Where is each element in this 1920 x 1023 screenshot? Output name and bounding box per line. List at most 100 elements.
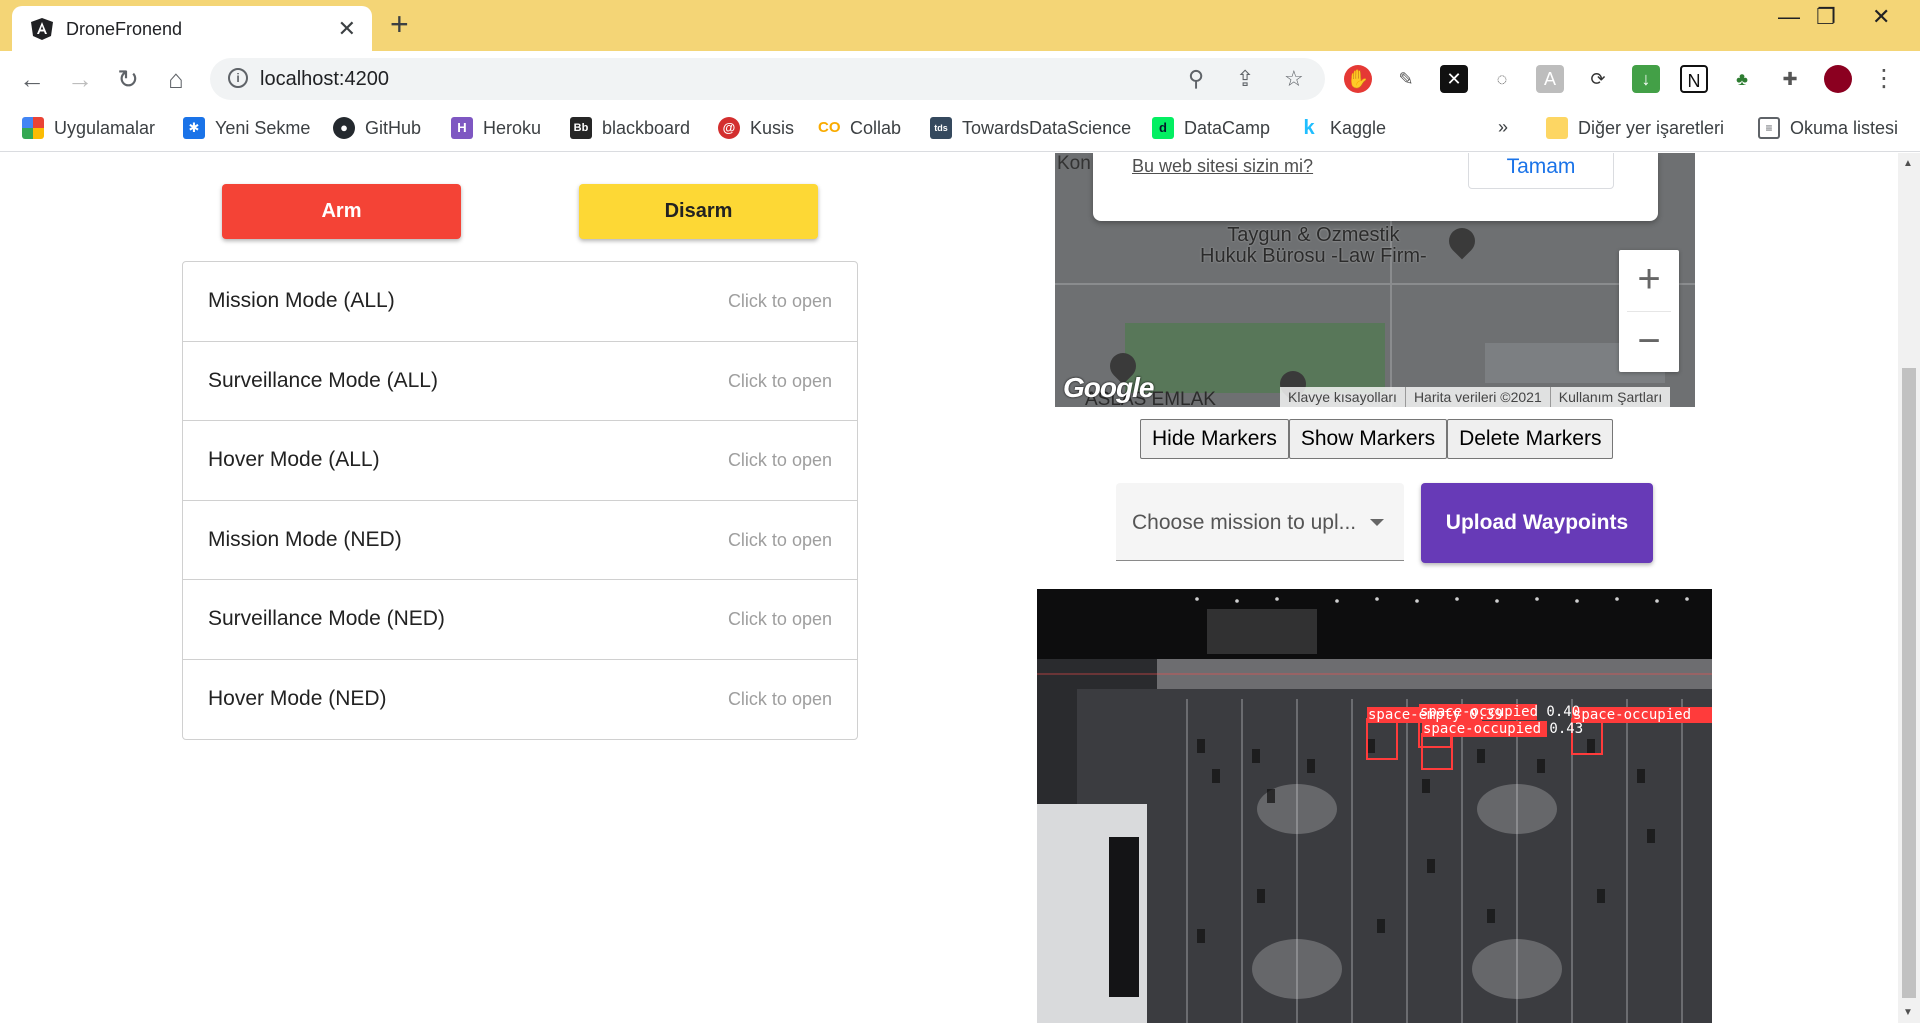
google-map[interactable]: Kon Bu web sitesi sizin mi? Tamam Taygun… xyxy=(1055,153,1695,407)
blackboard-icon: Bb xyxy=(570,117,592,139)
bookmark-star-icon[interactable]: ☆ xyxy=(1284,66,1304,92)
new-tab-button[interactable]: + xyxy=(390,8,409,40)
share-icon[interactable]: ⇪ xyxy=(1236,66,1254,92)
mode-panel-mission-ned[interactable]: Mission Mode (NED) Click to open xyxy=(183,501,857,580)
bookmark-github[interactable]: ● GitHub xyxy=(333,117,421,139)
bookmark-kaggle[interactable]: k Kaggle xyxy=(1298,117,1386,139)
terms-link[interactable]: Kullanım Şartları xyxy=(1549,387,1670,407)
map-ownership-popup: Bu web sitesi sizin mi? Tamam xyxy=(1093,153,1658,221)
tds-icon: tds xyxy=(930,117,952,139)
mode-panel-mission-all[interactable]: Mission Mode (ALL) Click to open xyxy=(183,262,857,342)
address-bar[interactable]: i localhost:4200 ⚲ ⇪ ☆ xyxy=(210,58,1325,100)
restore-button[interactable]: ❐ xyxy=(1816,4,1836,30)
bookmark-blackboard[interactable]: Bb blackboard xyxy=(570,117,690,139)
mode-label: Mission Mode (NED) xyxy=(208,527,402,551)
keyboard-shortcuts-link[interactable]: Klavye kısayolları xyxy=(1280,387,1405,407)
url-text[interactable]: localhost:4200 xyxy=(260,68,389,91)
datacamp-icon: d xyxy=(1152,117,1174,139)
map-road xyxy=(1055,283,1695,285)
menu-dots-icon[interactable]: ⋮ xyxy=(1870,65,1898,93)
mode-label: Hover Mode (ALL) xyxy=(208,448,380,471)
puzzle-extensions-icon[interactable]: ✚ xyxy=(1776,65,1804,93)
bookmark-kusis[interactable]: @ Kusis xyxy=(718,117,794,139)
zoom-out-button[interactable]: − xyxy=(1619,312,1679,373)
browser-toolbar: ← → ↻ ⌂ i localhost:4200 ⚲ ⇪ ☆ ✋ ✎ ✕ ◌ A… xyxy=(0,51,1920,106)
bookmark-datacamp[interactable]: d DataCamp xyxy=(1152,117,1270,139)
page-scrollbar[interactable]: ▲ ▼ xyxy=(1898,153,1920,1023)
mission-select[interactable]: Choose mission to upl... xyxy=(1116,483,1404,561)
scroll-up-arrow-icon[interactable]: ▲ xyxy=(1903,158,1913,169)
mode-hint: Click to open xyxy=(727,609,832,629)
scrollbar-thumb[interactable] xyxy=(1902,368,1916,998)
delete-markers-button[interactable]: Delete Markers xyxy=(1447,419,1614,459)
bookmark-label: Kaggle xyxy=(1330,117,1387,138)
minimize-button[interactable]: — xyxy=(1778,4,1800,30)
bookmark-collab[interactable]: CO Collab xyxy=(818,117,901,139)
site-info-icon[interactable]: i xyxy=(228,68,248,88)
kaggle-icon: k xyxy=(1303,117,1315,139)
sync-extension-icon[interactable]: ⟳ xyxy=(1584,65,1612,93)
popup-ok-button[interactable]: Tamam xyxy=(1468,153,1614,189)
home-icon[interactable]: ⌂ xyxy=(160,63,192,95)
browser-tab[interactable]: DroneFronend ✕ xyxy=(12,6,372,51)
map-label: Kon xyxy=(1057,153,1091,174)
window-close-button[interactable]: ✕ xyxy=(1872,4,1890,30)
mode-hint: Click to open xyxy=(727,450,832,470)
mode-panel-surveillance-ned[interactable]: Surveillance Mode (NED) Click to open xyxy=(183,580,857,660)
folder-icon xyxy=(1546,117,1568,139)
mode-label: Surveillance Mode (NED) xyxy=(208,607,445,630)
leaf-extension-icon[interactable]: ♣ xyxy=(1728,65,1756,93)
forward-arrow-icon[interactable]: → xyxy=(64,63,96,95)
mode-label: Surveillance Mode (ALL) xyxy=(208,368,438,392)
map-pin-icon[interactable] xyxy=(1443,222,1481,260)
reload-icon[interactable]: ↻ xyxy=(112,63,144,95)
bookmark-apps[interactable]: Uygulamalar xyxy=(22,117,155,139)
eyedropper-icon[interactable]: ✎ xyxy=(1392,65,1420,93)
map-poi-label[interactable]: Taygun & Ozmestik Hukuk Bürosu -Law Firm… xyxy=(1200,225,1427,267)
zoom-in-button[interactable]: + xyxy=(1619,250,1679,311)
mode-panel-surveillance-all[interactable]: Surveillance Mode (ALL) Click to open xyxy=(183,342,857,421)
tab-close-icon[interactable]: ✕ xyxy=(338,16,356,42)
popup-question-link[interactable]: Bu web sitesi sizin mi? xyxy=(1132,156,1313,177)
reading-list-icon: ≡ xyxy=(1758,117,1780,139)
bookmark-heroku[interactable]: H Heroku xyxy=(451,117,541,139)
mode-panel-hover-all[interactable]: Hover Mode (ALL) Click to open xyxy=(183,421,857,501)
gray-extension-icon[interactable]: A xyxy=(1536,65,1564,93)
poi-line: Hukuk Bürosu -Law Firm- xyxy=(1200,245,1427,267)
mode-hint: Click to open xyxy=(727,291,832,311)
location-pin-icon[interactable]: ⚲ xyxy=(1188,66,1204,92)
code-extension-icon[interactable]: ◌ xyxy=(1488,65,1516,93)
download-folder-icon[interactable]: ↓ xyxy=(1632,65,1660,93)
disarm-button[interactable]: Disarm xyxy=(579,184,818,239)
notion-icon[interactable]: N xyxy=(1680,65,1708,93)
bookmark-towardsdatascience[interactable]: tds TowardsDataScience xyxy=(930,117,1131,139)
x-extension-icon[interactable]: ✕ xyxy=(1440,65,1468,93)
bookmark-other-folder[interactable]: Diğer yer işaretleri xyxy=(1546,117,1724,139)
bookmark-label: Diğer yer işaretleri xyxy=(1578,117,1725,138)
mode-hint: Click to open xyxy=(727,688,832,709)
arm-button[interactable]: Arm xyxy=(222,184,461,239)
gear-icon: ✱ xyxy=(183,117,205,139)
bookmarks-overflow-button[interactable]: » xyxy=(1498,117,1508,138)
hide-markers-button[interactable]: Hide Markers xyxy=(1140,419,1289,459)
poi-line: Taygun & Ozmestik xyxy=(1227,224,1400,246)
app-page: Arm Disarm Mission Mode (ALL) Click to o… xyxy=(0,153,1898,1023)
bookmark-label: Collab xyxy=(850,117,902,138)
map-data-text: Harita verileri ©2021 xyxy=(1404,387,1550,407)
scroll-down-arrow-icon[interactable]: ▼ xyxy=(1903,1007,1913,1018)
bookmark-label: blackboard xyxy=(602,117,691,138)
parking-lot-aerial-image xyxy=(1037,589,1712,1023)
colab-icon: CO xyxy=(818,119,841,136)
upload-waypoints-button[interactable]: Upload Waypoints xyxy=(1421,483,1653,563)
profile-avatar[interactable] xyxy=(1824,65,1852,93)
show-markers-button[interactable]: Show Markers xyxy=(1288,419,1448,459)
mode-label: Hover Mode (NED) xyxy=(208,686,387,710)
apps-grid-icon xyxy=(22,117,44,139)
bookmark-yeni-sekme[interactable]: ✱ Yeni Sekme xyxy=(183,117,310,139)
mode-panel-hover-ned[interactable]: Hover Mode (NED) Click to open xyxy=(183,660,857,740)
bookmark-label: Heroku xyxy=(483,117,542,138)
bookmark-label: Uygulamalar xyxy=(54,117,156,138)
back-arrow-icon[interactable]: ← xyxy=(16,63,48,95)
adblock-icon[interactable]: ✋ xyxy=(1344,65,1372,93)
reading-list-button[interactable]: ≡ Okuma listesi xyxy=(1758,117,1898,139)
